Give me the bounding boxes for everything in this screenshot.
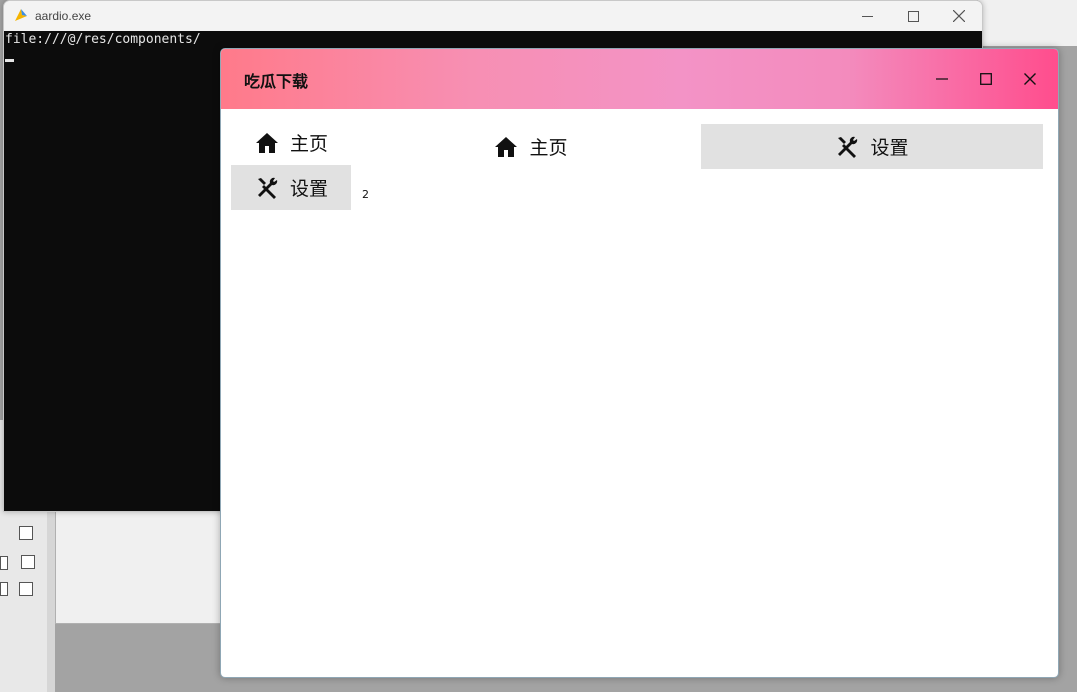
console-minimize-button[interactable] — [844, 1, 890, 31]
ide-top-right-area — [978, 0, 1077, 46]
sidebar-item-settings[interactable]: 设置 — [231, 165, 351, 210]
tool-arrow-icon[interactable] — [0, 556, 8, 570]
tool-spin-icon[interactable] — [21, 555, 35, 569]
app-window: 吃瓜下载 主页 设置 2 主页 设置 — [220, 48, 1059, 678]
console-output-line: file:///@/res/components/ — [5, 32, 201, 47]
maximize-icon — [907, 10, 919, 22]
tools-icon — [258, 177, 278, 199]
app-close-button[interactable] — [1013, 63, 1047, 95]
ide-panel — [55, 500, 227, 624]
tool-grid-icon[interactable] — [19, 526, 33, 540]
sidebar-item-label: 设置 — [290, 178, 329, 200]
sidebar-item-label: 主页 — [290, 133, 329, 155]
tab-settings[interactable]: 设置 — [701, 124, 1043, 169]
maximize-icon — [980, 73, 992, 85]
item-count: 2 — [362, 188, 369, 201]
tools-icon — [838, 136, 858, 158]
tab-home[interactable]: 主页 — [361, 124, 701, 169]
console-titlebar[interactable]: aardio.exe — [4, 1, 982, 31]
close-icon — [953, 10, 965, 22]
home-icon — [256, 132, 278, 153]
home-icon — [495, 136, 518, 157]
sidebar-item-home[interactable]: 主页 — [231, 120, 351, 165]
tab-label: 主页 — [529, 137, 568, 159]
app-minimize-button[interactable] — [925, 63, 959, 95]
app-maximize-button[interactable] — [969, 63, 1003, 95]
app-title: 吃瓜下载 — [244, 72, 309, 91]
app-titlebar[interactable]: 吃瓜下载 — [221, 49, 1058, 109]
tab-label: 设置 — [870, 137, 909, 159]
console-close-button[interactable] — [936, 1, 982, 31]
minimize-icon — [861, 15, 873, 17]
aardio-app-icon — [15, 9, 27, 21]
console-cursor — [5, 59, 14, 62]
minimize-icon — [936, 78, 948, 80]
tool-image-icon[interactable] — [0, 582, 8, 596]
console-title: aardio.exe — [35, 9, 92, 23]
tool-frame-icon[interactable] — [19, 582, 33, 596]
console-maximize-button[interactable] — [890, 1, 936, 31]
close-icon — [1024, 73, 1036, 85]
